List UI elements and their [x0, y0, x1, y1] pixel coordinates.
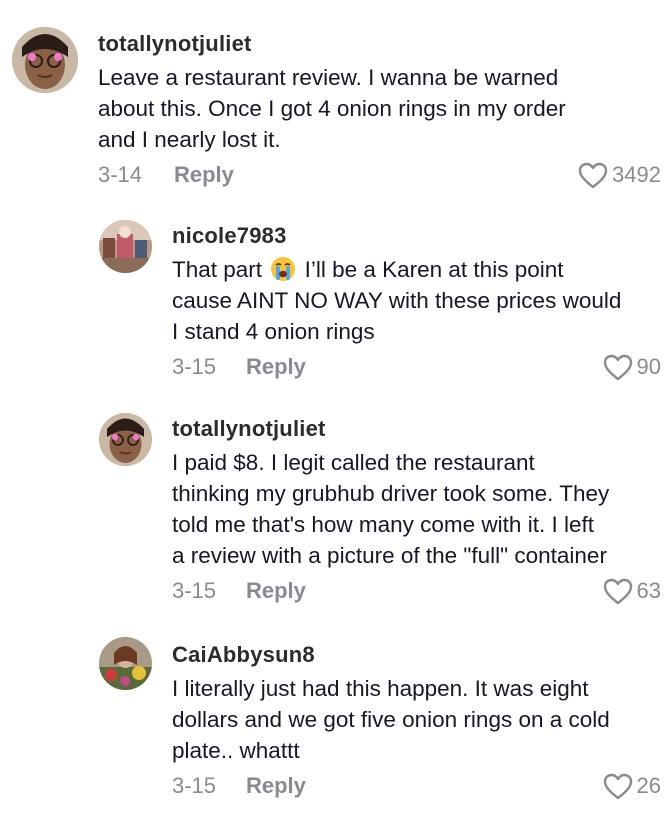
comment-text: I literally just had this happen. It was…: [172, 673, 661, 766]
comment-text-line: I stand 4 onion rings: [172, 319, 375, 344]
comment-text-line: I paid $8. I legit called the restaurant: [172, 450, 535, 475]
comment-text-line: cause AINT NO WAY with these prices woul…: [172, 288, 622, 313]
like-count: 63: [636, 578, 661, 603]
comment-date: 3-14: [98, 162, 143, 187]
comment-meta: 3-15 Reply 90: [172, 349, 661, 385]
avatar-image: [99, 220, 152, 273]
comment-date: 3-15: [172, 354, 217, 379]
reply-button[interactable]: Reply: [246, 768, 306, 804]
comment-username[interactable]: CaiAbbysun8: [172, 642, 661, 668]
comment-text-line: thinking my grubhub driver took some. Th…: [172, 481, 610, 506]
heart-icon: [603, 773, 633, 800]
comment-text: I paid $8. I legit called the restaurant…: [172, 447, 661, 571]
comment-username[interactable]: nicole7983: [172, 223, 661, 249]
comment-text-line: about this. Once I got 4 onion rings in …: [98, 96, 566, 121]
comment-text-line: plate.. whattt: [172, 738, 300, 763]
avatar[interactable]: [99, 637, 152, 690]
comment-text: Leave a restaurant review. I wanna be wa…: [98, 62, 661, 155]
comment-username[interactable]: totallynotjuliet: [172, 416, 661, 442]
like-count: 26: [636, 773, 661, 798]
avatar[interactable]: [99, 220, 152, 273]
comment-text-segment: That part: [172, 257, 263, 282]
comment-text-line: and I nearly lost it.: [98, 127, 281, 152]
avatar-image: [12, 27, 78, 93]
comment-text-line: That part I’ll be a Karen at this point: [172, 254, 661, 285]
comment-text-segment: I’ll be a Karen at this point: [304, 257, 564, 282]
reply-button[interactable]: Reply: [246, 349, 306, 385]
reply-button[interactable]: Reply: [246, 573, 306, 609]
like-button[interactable]: 3492: [578, 157, 661, 193]
heart-icon: [578, 162, 608, 189]
heart-icon: [603, 354, 633, 381]
loudly-crying-face-icon: [270, 256, 296, 282]
avatar-image: [99, 413, 152, 466]
comment-meta: 3-15 Reply 26: [172, 768, 661, 804]
comment-text-line: told me that's how many come with it. I …: [172, 512, 594, 537]
comment-meta: 3-14 Reply 3492: [98, 157, 661, 193]
comment-username[interactable]: totallynotjuliet: [98, 31, 661, 57]
like-button[interactable]: 63: [603, 573, 661, 609]
comment-text-line: dollars and we got five onion rings on a…: [172, 707, 610, 732]
avatar-image: [99, 637, 152, 690]
like-count: 3492: [612, 162, 661, 187]
comment-date: 3-15: [172, 578, 217, 603]
comment-text-line: Leave a restaurant review. I wanna be wa…: [98, 65, 559, 90]
heart-icon: [603, 578, 633, 605]
like-button[interactable]: 90: [603, 349, 661, 385]
comment-meta: 3-15 Reply 63: [172, 573, 661, 609]
reply-button[interactable]: Reply: [174, 157, 234, 193]
comment-text-line: I literally just had this happen. It was…: [172, 676, 589, 701]
like-button[interactable]: 26: [603, 768, 661, 804]
comment-text: That part I’ll be a Karen at this point …: [172, 254, 661, 347]
like-count: 90: [636, 354, 661, 379]
avatar[interactable]: [99, 413, 152, 466]
comment-date: 3-15: [172, 773, 217, 798]
comment-text-line: a review with a picture of the "full" co…: [172, 543, 607, 568]
avatar[interactable]: [12, 27, 78, 93]
